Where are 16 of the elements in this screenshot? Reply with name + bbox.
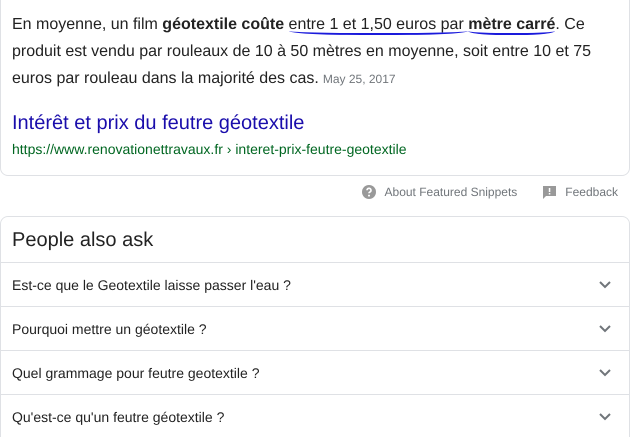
about-snippets-link[interactable]: About Featured Snippets — [384, 185, 518, 199]
question-text: Pourquoi mettre un géotextile ? — [12, 320, 207, 336]
question-text: Est-ce que le Geotextile laisse passer l'eau ? — [12, 276, 291, 292]
result-url: https://www.renovationettravaux.fr › interet-prix-feutre-geotextile — [12, 141, 407, 157]
question-text: Qu'est-ce qu'un feutre géotextile ? — [12, 408, 224, 424]
question-row[interactable]: Qu'est-ce qu'un feutre géotextile ? — [1, 394, 629, 437]
snippet-text: En moyenne, un film géotextile coûte entre 1 et 1,50 euros par mètre carré. Ce produit est vendu par rouleaux de 10 à 50 mètres en moyenne, soit entre 10 et 75 euros par rouleau dans la majorité des cas. May 25, 2017 — [12, 15, 592, 89]
feedback-icon — [543, 186, 556, 198]
question-row[interactable]: Quel grammage pour feutre geotextile ? — [1, 350, 629, 394]
feedback-link[interactable]: Feedback — [565, 185, 618, 199]
question-row[interactable]: Pourquoi mettre un géotextile ? — [1, 306, 629, 350]
section-heading: People also ask — [11, 228, 154, 253]
help-icon — [362, 185, 376, 199]
question-text: Quel grammage pour feutre geotextile ? — [12, 364, 260, 380]
question-row[interactable]: Est-ce que le Geotextile laisse passer l'eau ? — [1, 262, 629, 306]
result-title-link[interactable]: Intérêt et prix du feutre géotextile — [12, 110, 304, 136]
